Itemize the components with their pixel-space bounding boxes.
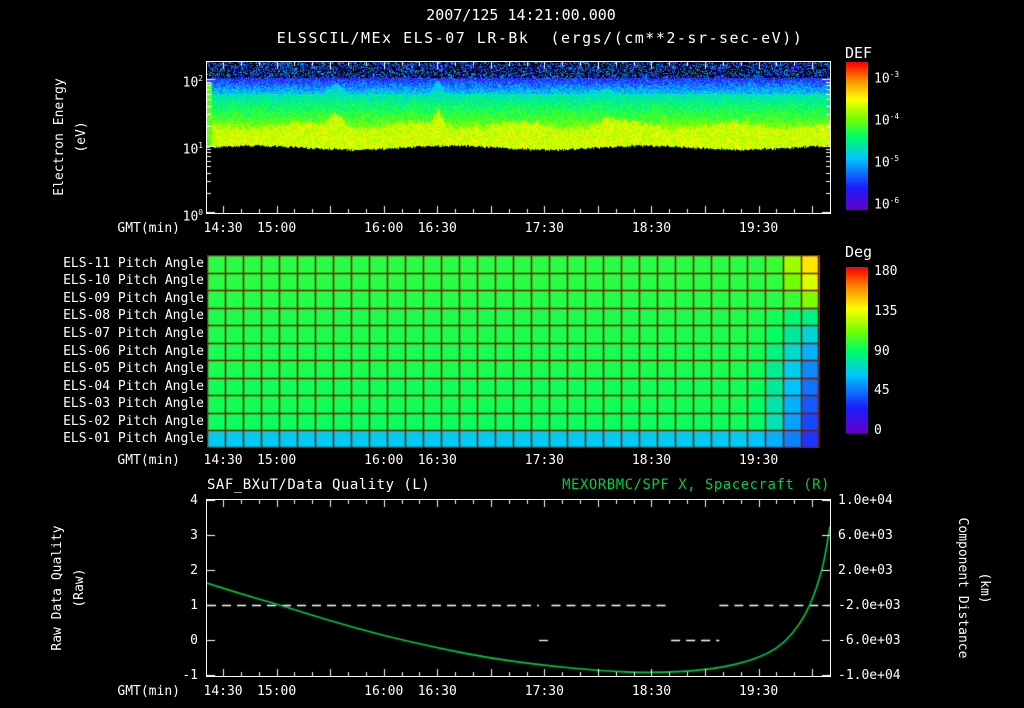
quality-tick-label: 3 (158, 527, 198, 544)
deg-tick-label: 135 (874, 303, 897, 320)
deg-tick-label: 90 (874, 343, 890, 360)
pitch-row-label: ELS-01 Pitch Angle (40, 431, 204, 447)
exponent: -6 (890, 196, 899, 205)
electron-energy-spectrogram (207, 62, 830, 213)
time-tick-label: 16:00 (364, 221, 403, 236)
distance-y-axis-label: Component Distance (954, 468, 970, 708)
pitch-row-label: ELS-05 Pitch Angle (40, 361, 204, 377)
def-tick-label: 10-3 (874, 66, 899, 87)
pitch-row-label: ELS-08 Pitch Angle (40, 308, 204, 324)
quality-tick-label: 4 (158, 492, 198, 509)
time-tick-label: 14:30 (203, 453, 242, 468)
quality-y-axis-label: Raw Data Quality (50, 468, 66, 708)
distance-tick-label: -2.0e+03 (838, 597, 901, 614)
distance-tick-label: 2.0e+03 (838, 562, 893, 579)
time-tick-label: 18:30 (632, 221, 671, 236)
deg-colorbar (846, 267, 868, 433)
energy-tick-label: 102 (158, 70, 203, 91)
time-tick-label: 14:30 (203, 684, 242, 699)
exponent: 2 (198, 74, 203, 83)
time-tick-labels-bottom: 14:30 15:00 16:00 16:30 17:30 18:30 19:30 (0, 684, 1024, 700)
time-tick-label: 16:00 (364, 453, 403, 468)
deg-colorbar-title: Deg (845, 243, 872, 261)
def-colorbar-title: DEF (845, 44, 872, 62)
time-tick-label: 15:00 (257, 453, 296, 468)
quality-y-axis-units: (Raw) (72, 468, 88, 708)
time-tick-label: 17:30 (525, 453, 564, 468)
def-colorbar (846, 62, 868, 210)
energy-tick-label: 101 (158, 137, 203, 158)
pitch-row-label: ELS-06 Pitch Angle (40, 344, 204, 360)
deg-tick-label: 45 (874, 382, 890, 399)
time-tick-labels-top: 14:30 15:00 16:00 16:30 17:30 18:30 19:30 (0, 221, 1024, 237)
quality-tick-label: 1 (158, 597, 198, 614)
exponent: -3 (890, 70, 899, 79)
tplot-page: 2007/125 14:21:00.000 ELSSCIL/MEx ELS-07… (0, 0, 1024, 708)
time-tick-label: 15:00 (257, 221, 296, 236)
time-tick-label: 19:30 (739, 684, 778, 699)
exponent: -5 (890, 154, 899, 163)
time-tick-label: 17:30 (525, 221, 564, 236)
distance-series-title: MEXORBMC/SPF X, Spacecraft (R) (0, 477, 830, 493)
def-tick-label: 10-6 (874, 192, 899, 213)
plot-subtitle: ELSSCIL/MEx ELS-07 LR-Bk (ergs/(cm**2-sr… (277, 29, 804, 47)
time-tick-label: 19:30 (739, 453, 778, 468)
quality-tick-label: 2 (158, 562, 198, 579)
deg-tick-label: 0 (874, 422, 882, 439)
distance-tick-label: 1.0e+04 (838, 492, 893, 509)
time-tick-label: 16:00 (364, 684, 403, 699)
pitch-row-label: ELS-02 Pitch Angle (40, 414, 204, 430)
time-tick-label: 14:30 (203, 221, 242, 236)
quality-tick-label: 0 (158, 632, 198, 649)
pitch-angle-heatmap (207, 255, 830, 448)
pitch-row-label: ELS-07 Pitch Angle (40, 326, 204, 342)
deg-tick-label: 180 (874, 263, 897, 280)
def-tick-label: 10-5 (874, 150, 899, 171)
distance-tick-label: -6.0e+03 (838, 632, 901, 649)
time-tick-label: 17:30 (525, 684, 564, 699)
exponent: 1 (198, 141, 203, 150)
time-tick-label: 19:30 (739, 221, 778, 236)
distance-tick-label: 6.0e+03 (838, 527, 893, 544)
time-tick-label: 15:00 (257, 684, 296, 699)
time-tick-label: 16:30 (418, 221, 457, 236)
pitch-row-label: ELS-11 Pitch Angle (40, 256, 204, 272)
def-tick-label: 10-4 (874, 108, 899, 129)
pitch-row-label: ELS-10 Pitch Angle (40, 273, 204, 289)
exponent: -4 (890, 112, 899, 121)
quality-distance-plot (207, 500, 830, 676)
time-tick-label: 18:30 (632, 453, 671, 468)
pitch-row-label: ELS-03 Pitch Angle (40, 396, 204, 412)
page-title: 2007/125 14:21:00.000 (426, 6, 616, 24)
quality-tick-label: -1 (158, 667, 198, 684)
pitch-row-label: ELS-04 Pitch Angle (40, 379, 204, 395)
distance-y-axis-units: (km) (976, 468, 992, 708)
pitch-row-label: ELS-09 Pitch Angle (40, 291, 204, 307)
time-tick-label: 16:30 (418, 453, 457, 468)
distance-tick-label: -1.0e+04 (838, 667, 901, 684)
time-tick-labels-middle: 14:30 15:00 16:00 16:30 17:30 18:30 19:30 (0, 453, 1024, 469)
time-tick-label: 16:30 (418, 684, 457, 699)
exponent: 0 (198, 208, 203, 217)
time-tick-label: 18:30 (632, 684, 671, 699)
